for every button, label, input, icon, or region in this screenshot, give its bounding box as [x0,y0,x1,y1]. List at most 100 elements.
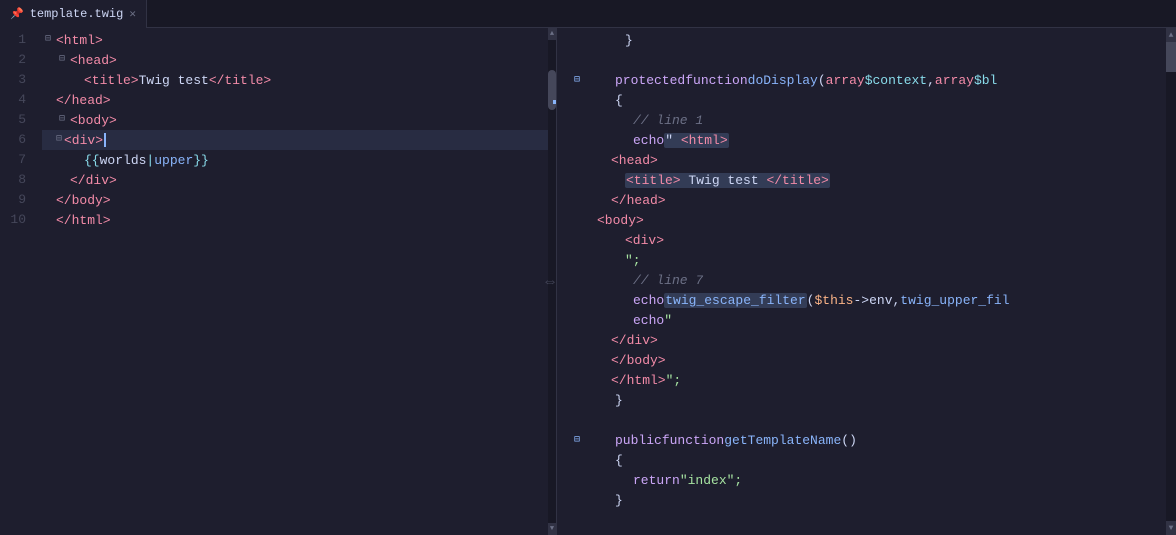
fold-btn-blank8 [557,190,597,210]
tab-bar: 📌 template.twig ✕ [0,0,1176,28]
code-line-9: </body> [42,190,556,210]
tag-html-open: <html> [56,33,103,48]
fold-btn-blank3 [557,90,597,110]
right-line-14: echo twig_escape_filter ( $this ->env, t… [597,290,1176,310]
right-line-6: echo " <html> [597,130,1176,150]
right-gutter: ⊟ ⊟ [557,28,597,535]
right-line-5: // line 1 [597,110,1176,130]
fold-btn-blank18 [557,390,597,410]
line-numbers: 1 2 3 4 5 6 7 8 9 10 [0,28,42,535]
right-line-7: <head> [597,150,1176,170]
fold-btn-blank6 [557,150,597,170]
scrollbar-down-right[interactable]: ▼ [1166,521,1176,535]
tag-body-open: <body> [70,113,117,128]
right-scrollbar[interactable]: ▲ ▼ [1166,28,1176,535]
code-line-7: {{ worlds | upper }} [42,150,556,170]
twig-pipe: | [146,153,154,168]
code-line-8: </div> [42,170,556,190]
fold-icon-5[interactable]: ⊟ [56,114,68,126]
left-code-content[interactable]: ⊟ <html> ⊟ <head> <title>Twig test</titl… [42,28,556,535]
fold-btn-blank16 [557,350,597,370]
right-line-16: </div> [597,330,1176,350]
tab-filename: template.twig [30,7,124,21]
right-line-21: public function getTemplateName () [597,430,1176,450]
right-line-3: protected function doDisplay ( array $co… [597,70,1176,90]
fold-btn-blank13 [557,290,597,310]
tag-head-close: </head> [56,93,111,108]
right-line-19: } [597,390,1176,410]
code-line-5: ⊟ <body> [42,110,556,130]
tag-div-close: </div> [70,173,117,188]
fold-icon-2[interactable]: ⊟ [56,54,68,66]
right-line-1: } [597,30,1176,50]
fold-btn-blank17 [557,370,597,390]
tag-body-close: </body> [56,193,111,208]
right-line-9: </head> [597,190,1176,210]
twig-open-delim: {{ [84,153,100,168]
right-line-15: echo " [597,310,1176,330]
right-line-10: <body> [597,210,1176,230]
fold-btn-blank4 [557,110,597,130]
tag-title-open: <title> [84,73,139,88]
left-code-area: 1 2 3 4 5 6 7 8 9 10 ⊟ <html> [0,28,556,535]
right-code-content[interactable]: } protected function doDisplay ( array $… [597,28,1176,535]
twig-filter-upper: upper [154,153,193,168]
right-line-12: "; [597,250,1176,270]
fold-btn-blank21 [557,470,597,490]
tag-head-open: <head> [70,53,117,68]
fold-btn-display[interactable]: ⊟ [557,70,597,90]
fold-icon-6[interactable]: ⊟ [42,134,56,146]
right-panel: ⊟ ⊟ [557,28,1176,535]
tab-close-button[interactable]: ✕ [129,7,136,21]
split-handle-icon: ⇔ [545,273,553,291]
fold-btn-blank15 [557,330,597,350]
fold-btn-blank14 [557,310,597,330]
fold-btn-template[interactable]: ⊟ [557,430,597,450]
fold-btn-blank20 [557,450,597,470]
code-line-6: ⊟ <div> [42,130,556,150]
fold-btn-blank9 [557,210,597,230]
scrollbar-thumb-right [1166,42,1176,72]
fold-btn-blank12 [557,270,597,290]
right-line-23: return "index"; [597,470,1176,490]
twig-var-worlds: worlds [100,153,147,168]
right-line-22: { [597,450,1176,470]
fold-icon-1[interactable]: ⊟ [42,34,54,46]
code-line-2: ⊟ <head> [42,50,556,70]
fold-btn-blank10 [557,230,597,250]
right-line-2 [597,50,1176,70]
pin-icon: 📌 [10,7,24,21]
fold-btn-blank19 [557,410,597,430]
tag-div-open: <div> [64,133,103,148]
right-line-24: } [597,490,1176,510]
code-line-4: </head> [42,90,556,110]
code-line-1: ⊟ <html> [42,30,556,50]
right-line-20 [597,410,1176,430]
tab-template-twig[interactable]: 📌 template.twig ✕ [0,0,147,28]
fold-btn-blank2 [557,50,597,70]
app-window: 📌 template.twig ✕ 1 2 3 4 5 6 7 8 9 10 [0,0,1176,535]
tag-title-close: </title> [209,73,271,88]
right-line-11: <div> [597,230,1176,250]
tag-html-close: </html> [56,213,111,228]
fold-btn-blank22 [557,490,597,510]
right-line-17: </body> [597,350,1176,370]
title-text: Twig test [139,73,209,88]
right-line-18: </html> "; [597,370,1176,390]
scrollbar-up-right[interactable]: ▲ [1166,28,1176,42]
right-line-8: <title> Twig test </title> [597,170,1176,190]
fold-btn-blank11 [557,250,597,270]
code-line-3: <title>Twig test</title> [42,70,556,90]
code-line-10: </html> [42,210,556,230]
left-panel: 1 2 3 4 5 6 7 8 9 10 ⊟ <html> [0,28,557,535]
scrollbar-track-right [1166,42,1176,521]
right-line-4: { [597,90,1176,110]
fold-btn-blank5 [557,130,597,150]
cursor [104,133,106,147]
right-line-13: // line 7 [597,270,1176,290]
fold-btn-blank7 [557,170,597,190]
split-handle[interactable]: ⇔ [542,28,556,535]
twig-close-delim: }} [193,153,209,168]
editor-container: 1 2 3 4 5 6 7 8 9 10 ⊟ <html> [0,28,1176,535]
fold-btn-blank1 [557,30,597,50]
